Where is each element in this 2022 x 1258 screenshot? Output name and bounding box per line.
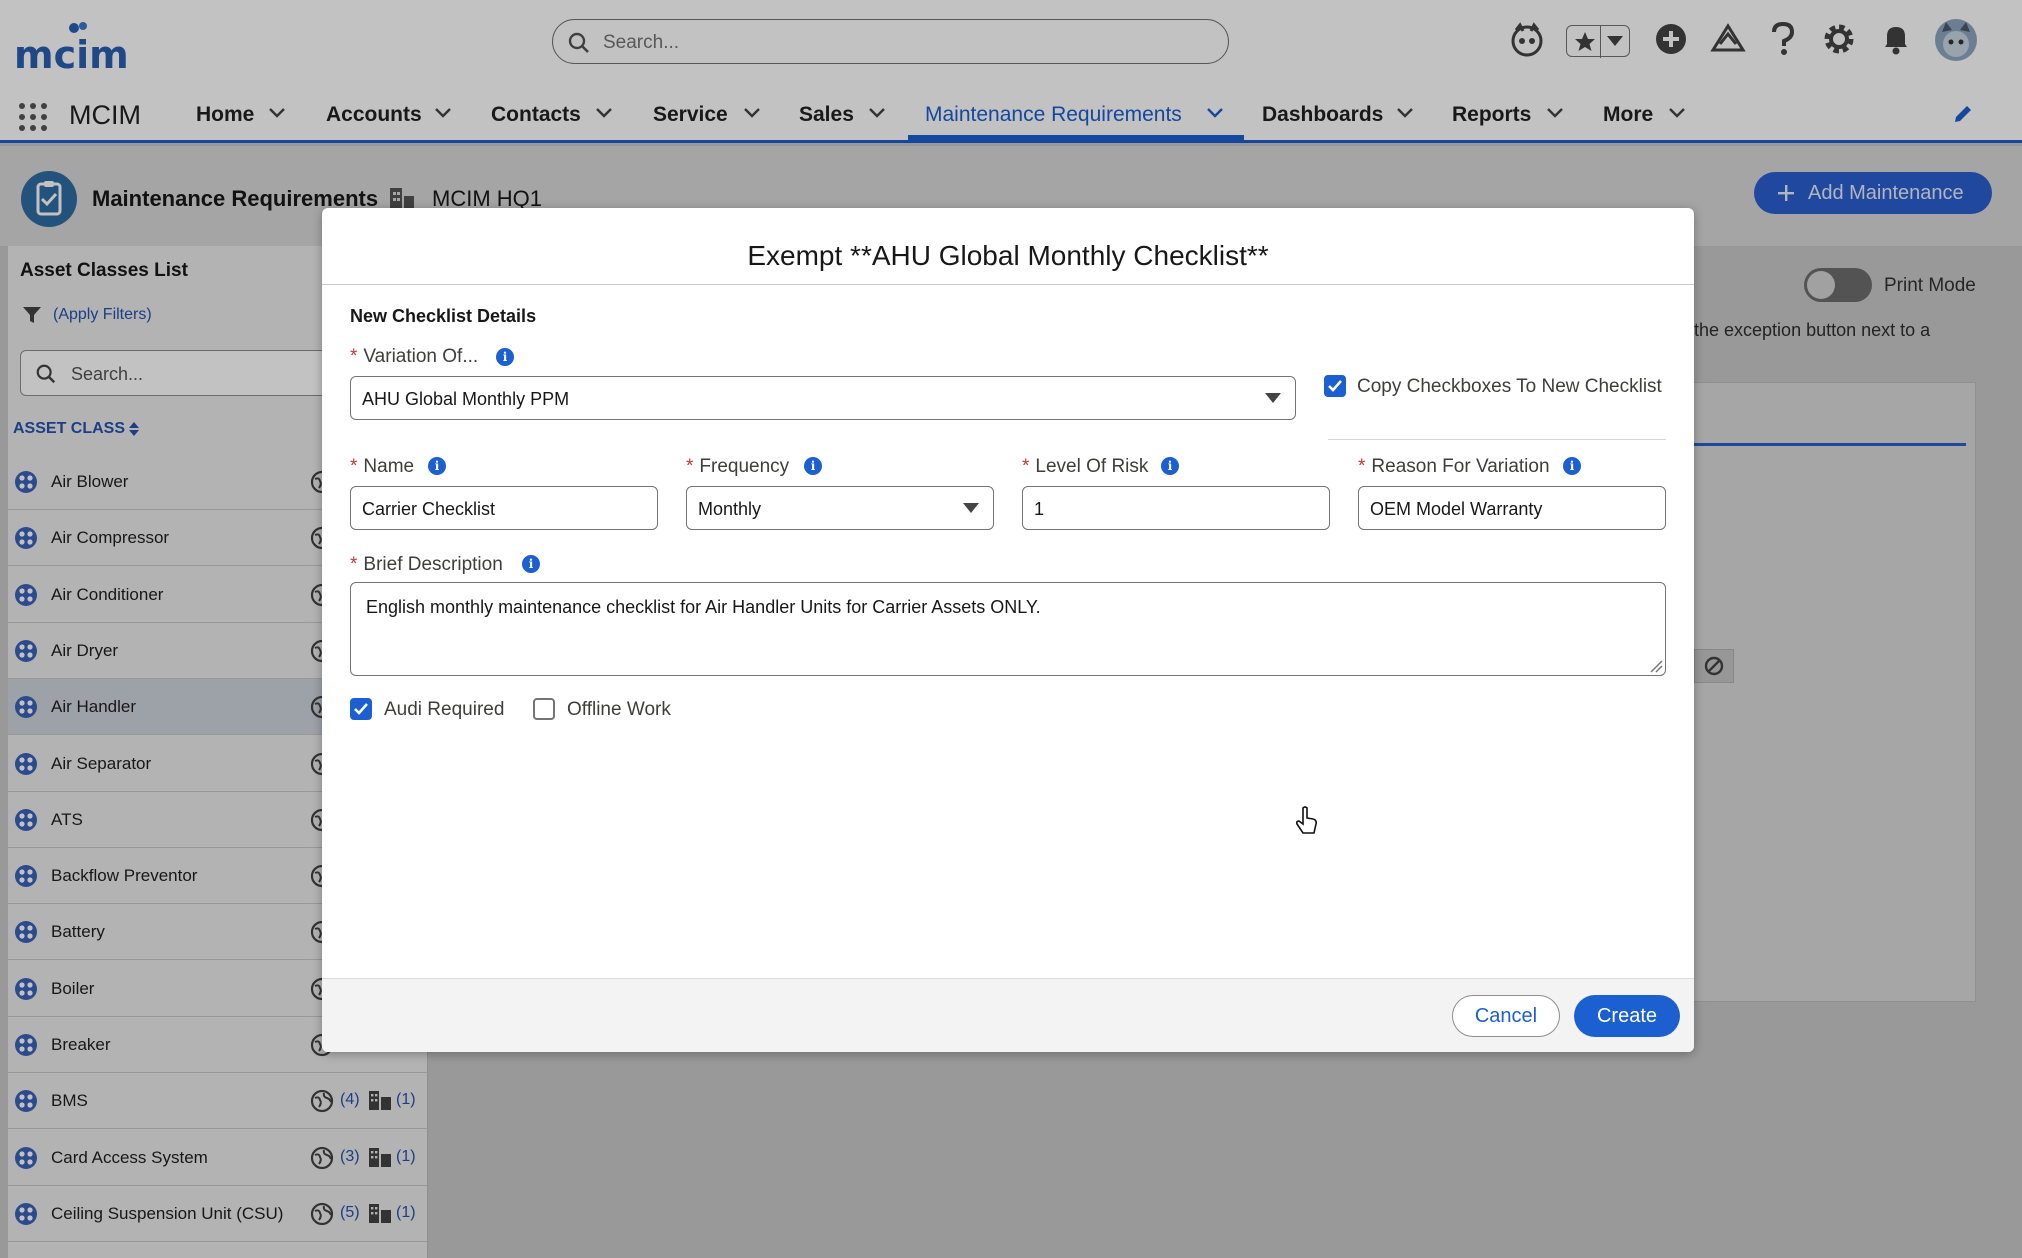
info-icon[interactable]: i xyxy=(1161,457,1179,475)
brief-description-value: English monthly maintenance checklist fo… xyxy=(366,597,1041,617)
name-label: * Name xyxy=(350,456,414,478)
dropdown-caret-icon xyxy=(1265,393,1281,405)
brief-description-label-text: Brief Description xyxy=(363,554,503,575)
required-mark: * xyxy=(686,456,694,477)
frequency-label-text: Frequency xyxy=(699,456,790,477)
modal-header-divider xyxy=(322,284,1694,285)
modal-title: Exempt **AHU Global Monthly Checklist** xyxy=(747,240,1269,271)
reason-for-variation-input[interactable]: OEM Model Warranty xyxy=(1358,486,1666,530)
variation-of-label-text: Variation Of... xyxy=(363,346,479,367)
info-icon[interactable]: i xyxy=(428,457,446,475)
brief-description-textarea[interactable]: English monthly maintenance checklist fo… xyxy=(350,582,1666,676)
copy-checkboxes-checkbox[interactable] xyxy=(1324,375,1346,397)
brief-description-label: * Brief Description xyxy=(350,554,503,576)
audit-required-checkbox[interactable] xyxy=(350,698,372,720)
audit-required-label: Audi Required xyxy=(384,699,505,720)
info-icon[interactable]: i xyxy=(1563,457,1581,475)
level-of-risk-input[interactable]: 1 xyxy=(1022,486,1330,530)
section-title: New Checklist Details xyxy=(350,306,537,326)
reason-label-text: Reason For Variation xyxy=(1371,456,1550,477)
required-mark: * xyxy=(350,456,358,477)
required-mark: * xyxy=(350,346,358,367)
required-mark: * xyxy=(1022,456,1030,477)
level-of-risk-value: 1 xyxy=(1034,499,1045,519)
resize-grip-icon[interactable] xyxy=(1649,659,1663,673)
dropdown-caret-icon xyxy=(963,503,979,515)
exempt-checklist-modal: Exempt **AHU Global Monthly Checklist** … xyxy=(322,208,1694,1052)
required-mark: * xyxy=(1358,456,1366,477)
frequency-select[interactable]: Monthly xyxy=(686,486,994,530)
level-of-risk-label-text: Level Of Risk xyxy=(1035,456,1149,477)
modal-footer: Cancel Create xyxy=(322,978,1694,1052)
copy-checkboxes-label: Copy Checkboxes To New Checklist xyxy=(1357,376,1662,397)
create-button[interactable]: Create xyxy=(1574,995,1680,1037)
name-label-text: Name xyxy=(363,456,415,477)
info-icon[interactable]: i xyxy=(496,348,514,366)
checkmark-icon xyxy=(1328,380,1342,392)
offline-work-label: Offline Work xyxy=(567,699,671,720)
field-separator xyxy=(1328,439,1666,440)
info-icon[interactable]: i xyxy=(804,457,822,475)
variation-of-value: AHU Global Monthly PPM xyxy=(362,389,570,409)
hand-cursor-icon xyxy=(1294,806,1320,836)
cancel-button[interactable]: Cancel xyxy=(1452,995,1560,1037)
frequency-value: Monthly xyxy=(698,499,762,519)
level-of-risk-label: * Level Of Risk xyxy=(1022,456,1148,478)
offline-work-checkbox[interactable] xyxy=(533,698,555,720)
reason-for-variation-value: OEM Model Warranty xyxy=(1370,499,1543,519)
frequency-label: * Frequency xyxy=(686,456,789,478)
reason-for-variation-label: * Reason For Variation xyxy=(1358,456,1550,478)
checkmark-icon xyxy=(354,703,368,715)
variation-of-select[interactable]: AHU Global Monthly PPM xyxy=(350,376,1296,420)
name-value: Carrier Checklist xyxy=(362,499,496,519)
name-input[interactable]: Carrier Checklist xyxy=(350,486,658,530)
info-icon[interactable]: i xyxy=(522,555,540,573)
variation-of-label: * Variation Of... xyxy=(350,346,478,368)
required-mark: * xyxy=(350,554,358,575)
